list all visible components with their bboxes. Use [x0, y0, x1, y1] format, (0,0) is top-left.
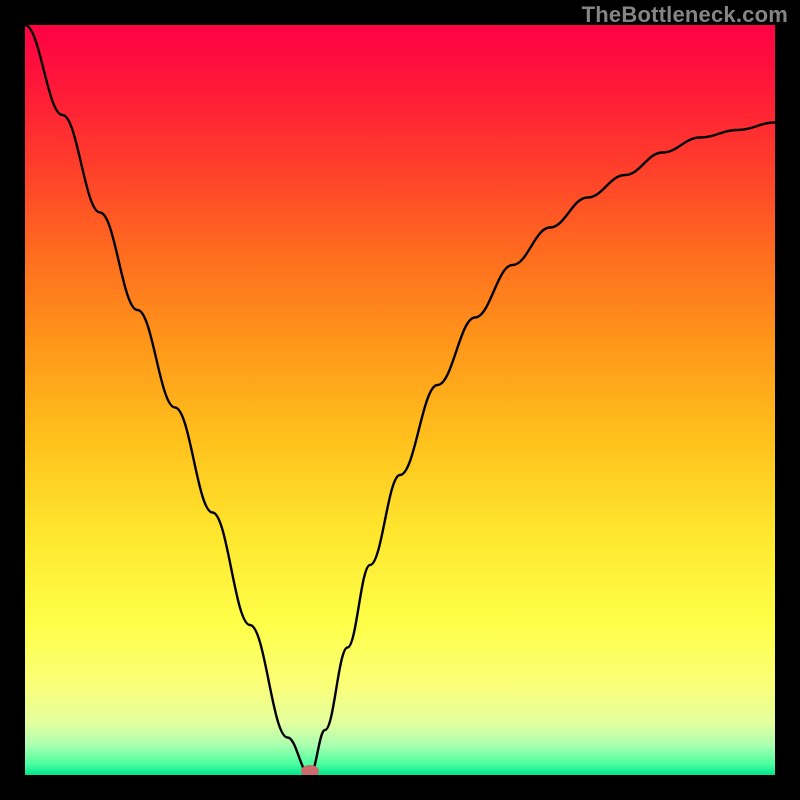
chart-frame: TheBottleneck.com — [0, 0, 800, 800]
chart-svg — [25, 25, 775, 775]
chart-background — [25, 25, 775, 775]
watermark-text: TheBottleneck.com — [582, 2, 788, 28]
chart-plot-area — [25, 25, 775, 775]
